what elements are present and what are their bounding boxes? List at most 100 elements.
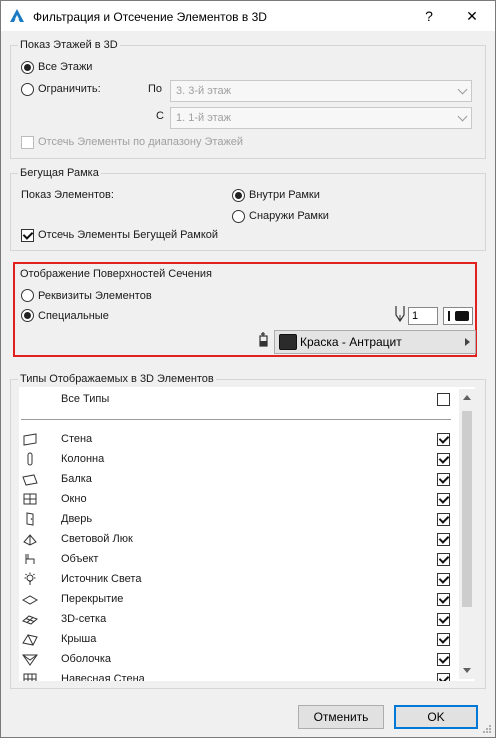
- list-item-checkbox[interactable]: [437, 653, 450, 666]
- list-item-label: Перекрытие: [61, 593, 124, 605]
- list-item-checkbox[interactable]: [437, 613, 450, 626]
- window-title: Фильтрация и Отсечение Элементов в 3D: [33, 10, 267, 24]
- floor-from-select[interactable]: 1. 1-й этаж: [170, 107, 472, 129]
- limit-floors-label: Ограничить:: [38, 83, 101, 95]
- scroll-down-arrow-icon[interactable]: [463, 668, 471, 673]
- list-scrollbar[interactable]: [459, 389, 475, 679]
- paint-label: Краска - Антрацит: [300, 335, 402, 349]
- door-icon: [26, 512, 34, 526]
- list-item[interactable]: Навесная Стена: [19, 669, 459, 681]
- pen-color-swatch[interactable]: [443, 307, 473, 325]
- trim-floors-checkbox[interactable]: [21, 136, 34, 149]
- list-item-checkbox[interactable]: [437, 573, 450, 586]
- inside-marquee-radio[interactable]: [232, 189, 245, 202]
- scroll-up-arrow-icon[interactable]: [463, 395, 471, 400]
- list-item-checkbox[interactable]: [437, 633, 450, 646]
- list-item[interactable]: Крыша: [19, 629, 459, 649]
- list-item[interactable]: Стена: [19, 429, 459, 449]
- list-item-label: Стена: [61, 433, 93, 445]
- list-item-label: Источник Света: [61, 573, 142, 585]
- list-item[interactable]: Колонна: [19, 449, 459, 469]
- list-item-checkbox[interactable]: [437, 533, 450, 546]
- cancel-button[interactable]: Отменить: [298, 705, 384, 729]
- trim-marquee-label: Отсечь Элементы Бегущей Рамкой: [38, 229, 219, 241]
- list-item-checkbox[interactable]: [437, 673, 450, 681]
- list-item-checkbox[interactable]: [437, 433, 450, 446]
- floor-from-label: С: [156, 110, 164, 122]
- list-item-checkbox[interactable]: [437, 513, 450, 526]
- list-item[interactable]: Дверь: [19, 509, 459, 529]
- trim-marquee-checkbox[interactable]: [21, 229, 34, 242]
- types-group-title: Типы Отображаемых в 3D Элементов: [18, 373, 216, 385]
- limit-floors-radio[interactable]: [21, 83, 34, 96]
- close-button[interactable]: ✕: [452, 1, 492, 31]
- all-floors-radio[interactable]: [21, 61, 34, 74]
- list-item-label: Балка: [61, 473, 92, 485]
- ok-button[interactable]: OK: [394, 705, 478, 729]
- list-item-checkbox[interactable]: [437, 553, 450, 566]
- list-item-label: Навесная Стена: [61, 673, 145, 681]
- cut-surfaces-group-title: Отображение Поверхностей Сечения: [20, 268, 212, 280]
- uniform-radio[interactable]: [21, 309, 34, 322]
- mesh-icon: [22, 615, 38, 625]
- wall-icon: [23, 433, 37, 446]
- dialog-window: Фильтрация и Отсечение Элементов в 3D ? …: [0, 0, 496, 738]
- list-separator: [21, 419, 451, 420]
- list-item-checkbox[interactable]: [437, 493, 450, 506]
- inside-marquee-label: Внутри Рамки: [249, 189, 320, 201]
- own-attributes-radio[interactable]: [21, 289, 34, 302]
- show-elements-label: Показ Элементов:: [21, 189, 114, 201]
- list-item-checkbox[interactable]: [437, 593, 450, 606]
- all-types-label: Все Типы: [61, 393, 110, 405]
- all-floors-label: Все Этажи: [38, 61, 93, 73]
- skylight-icon: [23, 534, 37, 546]
- slab-icon: [22, 595, 38, 605]
- lamp-icon: [24, 572, 36, 585]
- list-item-checkbox[interactable]: [437, 453, 450, 466]
- chevron-down-icon: [457, 111, 468, 122]
- list-item[interactable]: Объект: [19, 549, 459, 569]
- pen-number-field[interactable]: 1: [408, 307, 438, 325]
- marquee-group-title: Бегущая Рамка: [18, 167, 101, 179]
- list-item-label: Колонна: [61, 453, 105, 465]
- roof-icon: [22, 634, 38, 646]
- resize-grip-icon[interactable]: [482, 724, 492, 734]
- element-types-list[interactable]: Все Типы Стена Колонна Балка Окно Дверь Свето…: [19, 387, 475, 681]
- curtain-wall-icon: [23, 673, 37, 681]
- floor-to-select[interactable]: 3. 3-й этаж: [170, 80, 472, 102]
- list-item[interactable]: Оболочка: [19, 649, 459, 669]
- floor-from-value: 1. 1-й этаж: [176, 112, 231, 124]
- all-types-row[interactable]: Все Типы: [19, 389, 459, 409]
- list-item-label: Оболочка: [61, 653, 112, 665]
- pen-weight-bar: [448, 311, 450, 321]
- chevron-right-icon: [465, 338, 470, 346]
- title-bar: Фильтрация и Отсечение Элементов в 3D ? …: [1, 1, 495, 31]
- scroll-thumb[interactable]: [462, 411, 472, 607]
- paint-selector-button[interactable]: Краска - Антрацит: [274, 330, 476, 354]
- all-types-checkbox[interactable]: [437, 393, 450, 406]
- list-item-label: Крыша: [61, 633, 97, 645]
- list-item[interactable]: Окно: [19, 489, 459, 509]
- list-item-label: Дверь: [61, 513, 93, 525]
- list-item[interactable]: Перекрытие: [19, 589, 459, 609]
- outside-marquee-radio[interactable]: [232, 210, 245, 223]
- list-item-checkbox[interactable]: [437, 473, 450, 486]
- paint-swatch: [279, 334, 297, 350]
- floor-to-label: По: [148, 83, 163, 95]
- list-item[interactable]: Источник Света: [19, 569, 459, 589]
- object-icon: [25, 554, 35, 564]
- list-item[interactable]: 3D-сетка: [19, 609, 459, 629]
- archicad-logo-icon: [10, 9, 24, 22]
- pen-number-value: 1: [412, 310, 419, 322]
- own-attributes-label: Реквизиты Элементов: [38, 290, 152, 302]
- list-item[interactable]: Световой Люк: [19, 529, 459, 549]
- pen-color-block: [455, 311, 469, 321]
- floor-to-value: 3. 3-й этаж: [176, 85, 231, 97]
- help-button[interactable]: ?: [409, 1, 449, 31]
- window-icon: [23, 493, 37, 505]
- uniform-label: Специальные: [38, 310, 109, 322]
- list-item-label: Окно: [61, 493, 87, 505]
- list-item-label: Световой Люк: [61, 533, 133, 545]
- pen-icon: [395, 306, 405, 323]
- list-item[interactable]: Балка: [19, 469, 459, 489]
